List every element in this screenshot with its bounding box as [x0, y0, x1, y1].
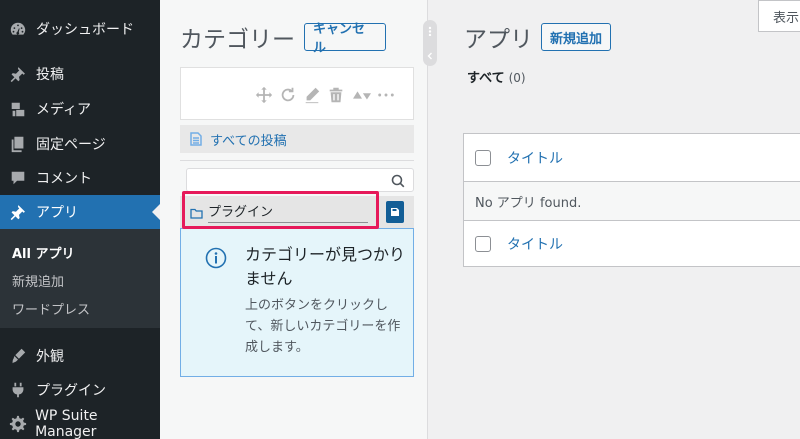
edit-icon[interactable]: [303, 86, 321, 104]
sidebar-item-posts[interactable]: 投稿: [0, 57, 160, 91]
add-new-button[interactable]: 新規追加: [541, 23, 611, 51]
dashboard-icon: [0, 20, 36, 38]
sidebar-item-label: WP Suite Manager: [35, 408, 98, 439]
sidebar-item-media[interactable]: メディア: [0, 92, 160, 126]
submenu-add-new[interactable]: 新規追加: [12, 271, 64, 290]
info-icon: [205, 247, 227, 269]
title-column-header[interactable]: タイトル: [507, 148, 563, 168]
all-posts-item[interactable]: すべての投稿: [180, 125, 414, 153]
sidebar-item-wp-suite-manager[interactable]: WP Suite Manager: [0, 407, 160, 439]
save-category-button[interactable]: [386, 201, 404, 223]
sidebar-item-comments[interactable]: コメント: [0, 161, 160, 195]
notice-text: 上のボタンをクリックして、新しいカテゴリーを作成します。: [245, 298, 401, 355]
sidebar-item-label: 投稿: [36, 67, 64, 83]
divider: [180, 160, 414, 161]
sidebar-item-pages[interactable]: 固定ページ: [0, 127, 160, 161]
apps-submenu: All アプリ 新規追加 ワードプレス: [0, 229, 160, 328]
table-header-row: タイトル: [464, 134, 800, 182]
category-search-input[interactable]: [186, 168, 414, 192]
gear-icon: [0, 415, 35, 433]
collapse-chevron-icon[interactable]: [425, 51, 435, 61]
sidebar-item-label: 外観: [36, 349, 64, 365]
save-icon: [391, 208, 399, 216]
filter-all-link[interactable]: すべて (0): [467, 67, 526, 86]
select-all-checkbox-footer[interactable]: [475, 235, 491, 252]
sidebar-item-appearance[interactable]: 外観: [0, 339, 160, 373]
table-footer-row: タイトル: [464, 220, 800, 266]
filter-all-count: (0): [508, 71, 526, 85]
pin-icon: [0, 203, 36, 221]
submenu-wordpress[interactable]: ワードプレス: [12, 299, 90, 318]
notice-title: カテゴリーが見つかりません: [245, 245, 406, 288]
document-icon: [190, 132, 202, 146]
sidebar-item-dashboard[interactable]: ダッシュボード: [0, 12, 160, 46]
title-column-footer[interactable]: タイトル: [507, 234, 563, 254]
sidebar-item-label: ダッシュボード: [36, 22, 134, 38]
media-icon: [0, 100, 36, 118]
category-panel-title: カテゴリー: [180, 27, 295, 53]
pin-icon: [0, 65, 36, 83]
plugin-icon: [0, 381, 36, 399]
sort-icon[interactable]: [351, 86, 373, 104]
empty-message-row: No アプリ found.: [464, 182, 800, 220]
sidebar-item-label: アプリ: [36, 205, 78, 221]
trash-icon[interactable]: [327, 86, 345, 104]
category-toolbar: [180, 67, 414, 120]
sidebar-item-label: プラグイン: [36, 383, 106, 399]
brush-icon: [0, 347, 36, 365]
sidebar-item-plugins[interactable]: プラグイン: [0, 373, 160, 407]
search-icon: [391, 173, 405, 188]
submenu-all-apps[interactable]: All アプリ: [12, 243, 75, 262]
drag-dots-icon: [428, 26, 432, 36]
refresh-icon[interactable]: [279, 86, 297, 104]
no-categories-notice: カテゴリーが見つかりません 上のボタンをクリックして、新しいカテゴリーを作成しま…: [180, 228, 414, 377]
comment-icon: [0, 169, 36, 187]
move-icon[interactable]: [255, 86, 273, 104]
highlight-box: [182, 191, 379, 229]
apps-table: タイトル No アプリ found. タイトル: [463, 133, 800, 267]
panel-resize-handle[interactable]: [423, 20, 437, 66]
screen-options-button[interactable]: 表示: [758, 0, 800, 32]
page-icon: [0, 135, 36, 153]
page-title: アプリ: [464, 27, 533, 53]
sidebar-item-label: コメント: [36, 171, 92, 187]
more-icon[interactable]: [377, 86, 395, 104]
sidebar-item-label: 固定ページ: [36, 137, 106, 153]
admin-sidebar: ダッシュボード 投稿 メディア 固定ページ コメント アプリ All アプリ 新…: [0, 0, 160, 439]
all-posts-label: すべての投稿: [210, 133, 287, 149]
cancel-button[interactable]: キャンセル: [304, 22, 386, 56]
sidebar-item-label: メディア: [36, 102, 92, 118]
select-all-checkbox[interactable]: [475, 149, 491, 166]
filter-all-label: すべて: [467, 71, 505, 86]
sidebar-item-apps[interactable]: アプリ: [0, 195, 160, 229]
